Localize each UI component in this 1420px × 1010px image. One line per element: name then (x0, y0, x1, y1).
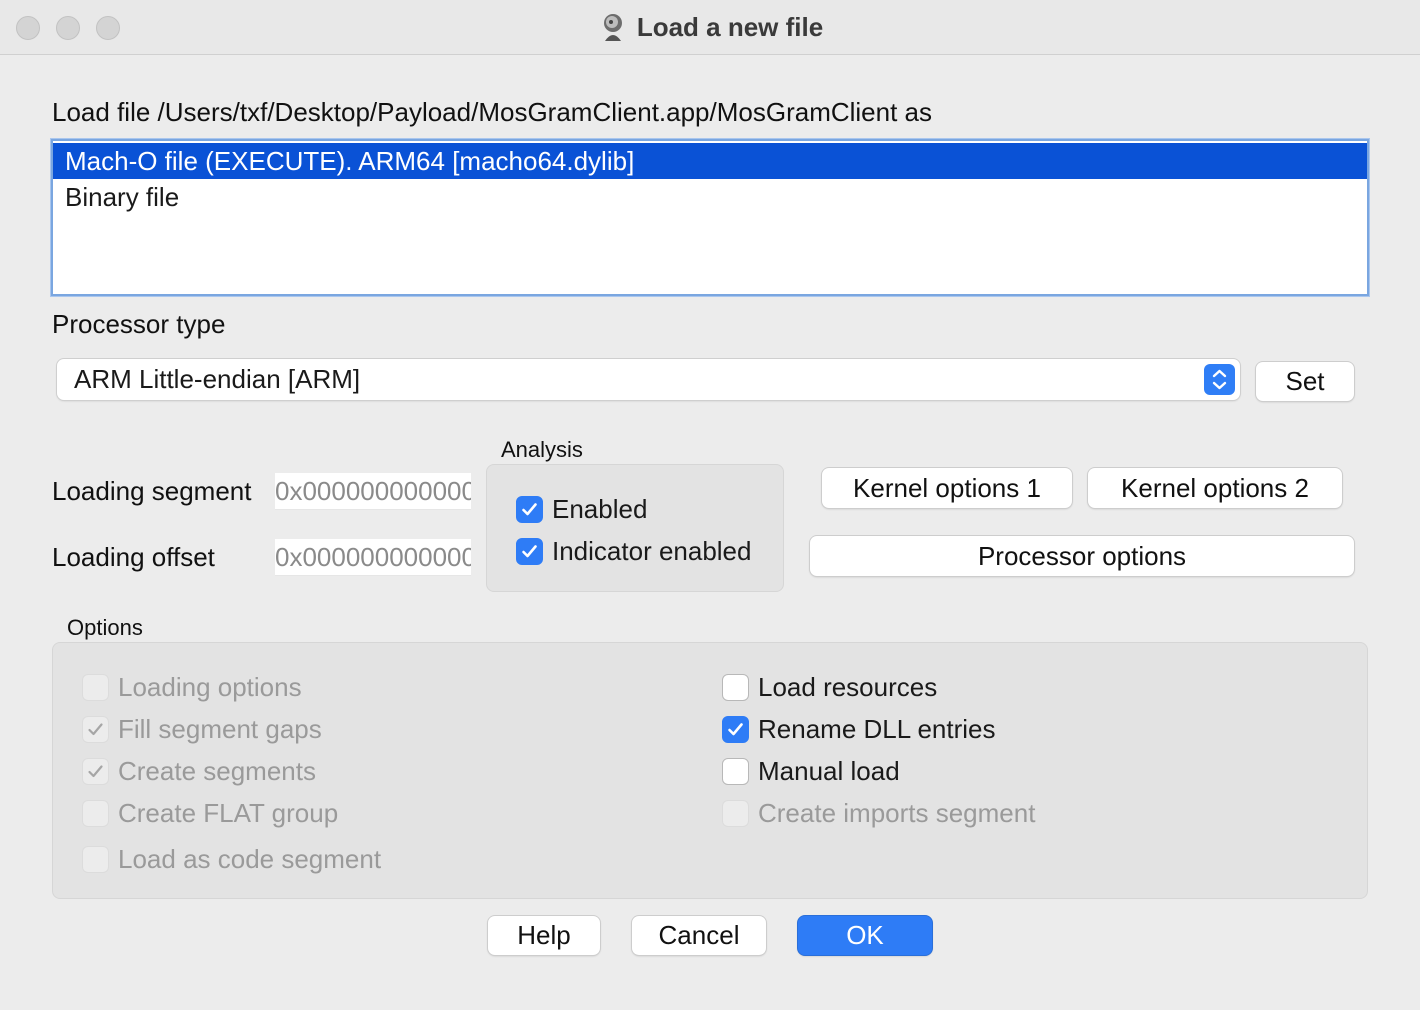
loading-options-checkbox-row: Loading options (82, 669, 302, 705)
loading-options-label: Loading options (118, 671, 302, 702)
window-title: Load a new file (636, 11, 824, 42)
list-item-binary[interactable]: Binary file (53, 179, 1367, 215)
title-bar: Load a new file (0, 0, 1420, 55)
enabled-checkbox-row[interactable]: Enabled (516, 491, 647, 527)
create-flat-group-checkbox-row: Create FLAT group (82, 795, 338, 831)
create-flat-group-label: Create FLAT group (118, 797, 339, 828)
load-resources-label: Load resources (758, 671, 938, 702)
create-segments-label: Create segments (118, 755, 316, 786)
load-resources-checkbox-row[interactable]: Load resources (722, 669, 937, 705)
create-segments-checkbox (82, 757, 109, 785)
enabled-checkbox[interactable] (516, 495, 543, 523)
processor-type-label: Processor type (52, 309, 226, 339)
create-imports-segment-checkbox-row: Create imports segment (722, 795, 1035, 831)
ida-icon (603, 14, 622, 41)
load-as-code-segment-checkbox (82, 845, 109, 873)
analysis-group (486, 464, 784, 592)
fill-segment-gaps-checkbox (82, 715, 109, 743)
updown-chevron-icon[interactable] (1204, 364, 1235, 395)
analysis-group-title: Analysis (501, 437, 583, 462)
rename-dll-entries-label: Rename DLL entries (758, 713, 996, 744)
options-group-title: Options (67, 615, 143, 640)
set-button[interactable]: Set (1256, 362, 1354, 401)
loading-offset-input[interactable]: 0x0000000000000000 (275, 539, 471, 576)
indicator-enabled-label: Indicator enabled (552, 535, 752, 566)
kernel-options-2-button[interactable]: Kernel options 2 (1088, 468, 1342, 508)
rename-dll-entries-checkbox-row[interactable]: Rename DLL entries (722, 711, 996, 747)
rename-dll-entries-checkbox[interactable] (722, 715, 749, 743)
processor-options-button[interactable]: Processor options (810, 536, 1354, 576)
load-as-code-segment-checkbox-row: Load as code segment (82, 841, 381, 877)
loading-offset-label: Loading offset (52, 542, 215, 572)
load-file-label: Load file /Users/txf/Desktop/Payload/Mos… (52, 97, 933, 127)
manual-load-checkbox-row[interactable]: Manual load (722, 753, 900, 789)
indicator-enabled-checkbox[interactable] (516, 537, 543, 565)
create-imports-segment-label: Create imports segment (758, 797, 1036, 828)
manual-load-checkbox[interactable] (722, 757, 749, 785)
list-item-macho[interactable]: Mach-O file (EXECUTE). ARM64 [macho64.dy… (53, 143, 1367, 179)
create-imports-segment-checkbox (722, 799, 749, 827)
manual-load-label: Manual load (758, 755, 900, 786)
fill-segment-gaps-checkbox-row: Fill segment gaps (82, 711, 322, 747)
help-button[interactable]: Help (488, 916, 600, 955)
loading-segment-label: Loading segment (52, 476, 252, 506)
load-as-code-segment-label: Load as code segment (118, 843, 382, 874)
loading-segment-input[interactable]: 0x0000000000000000 (275, 473, 471, 510)
title-container: Load a new file (0, 0, 1420, 54)
file-type-list[interactable]: Mach-O file (EXECUTE). ARM64 [macho64.dy… (51, 139, 1369, 296)
create-flat-group-checkbox (82, 799, 109, 827)
enabled-label: Enabled (552, 493, 648, 524)
kernel-options-1-button[interactable]: Kernel options 1 (822, 468, 1072, 508)
loading-options-checkbox (82, 673, 109, 701)
indicator-enabled-checkbox-row[interactable]: Indicator enabled (516, 533, 751, 569)
load-resources-checkbox[interactable] (722, 673, 749, 701)
cancel-button[interactable]: Cancel (632, 916, 766, 955)
processor-select-value: ARM Little-endian [ARM] (74, 364, 361, 394)
fill-segment-gaps-label: Fill segment gaps (118, 713, 322, 744)
create-segments-checkbox-row: Create segments (82, 753, 316, 789)
processor-select[interactable]: ARM Little-endian [ARM] (57, 359, 1240, 400)
ok-button[interactable]: OK (798, 916, 932, 955)
